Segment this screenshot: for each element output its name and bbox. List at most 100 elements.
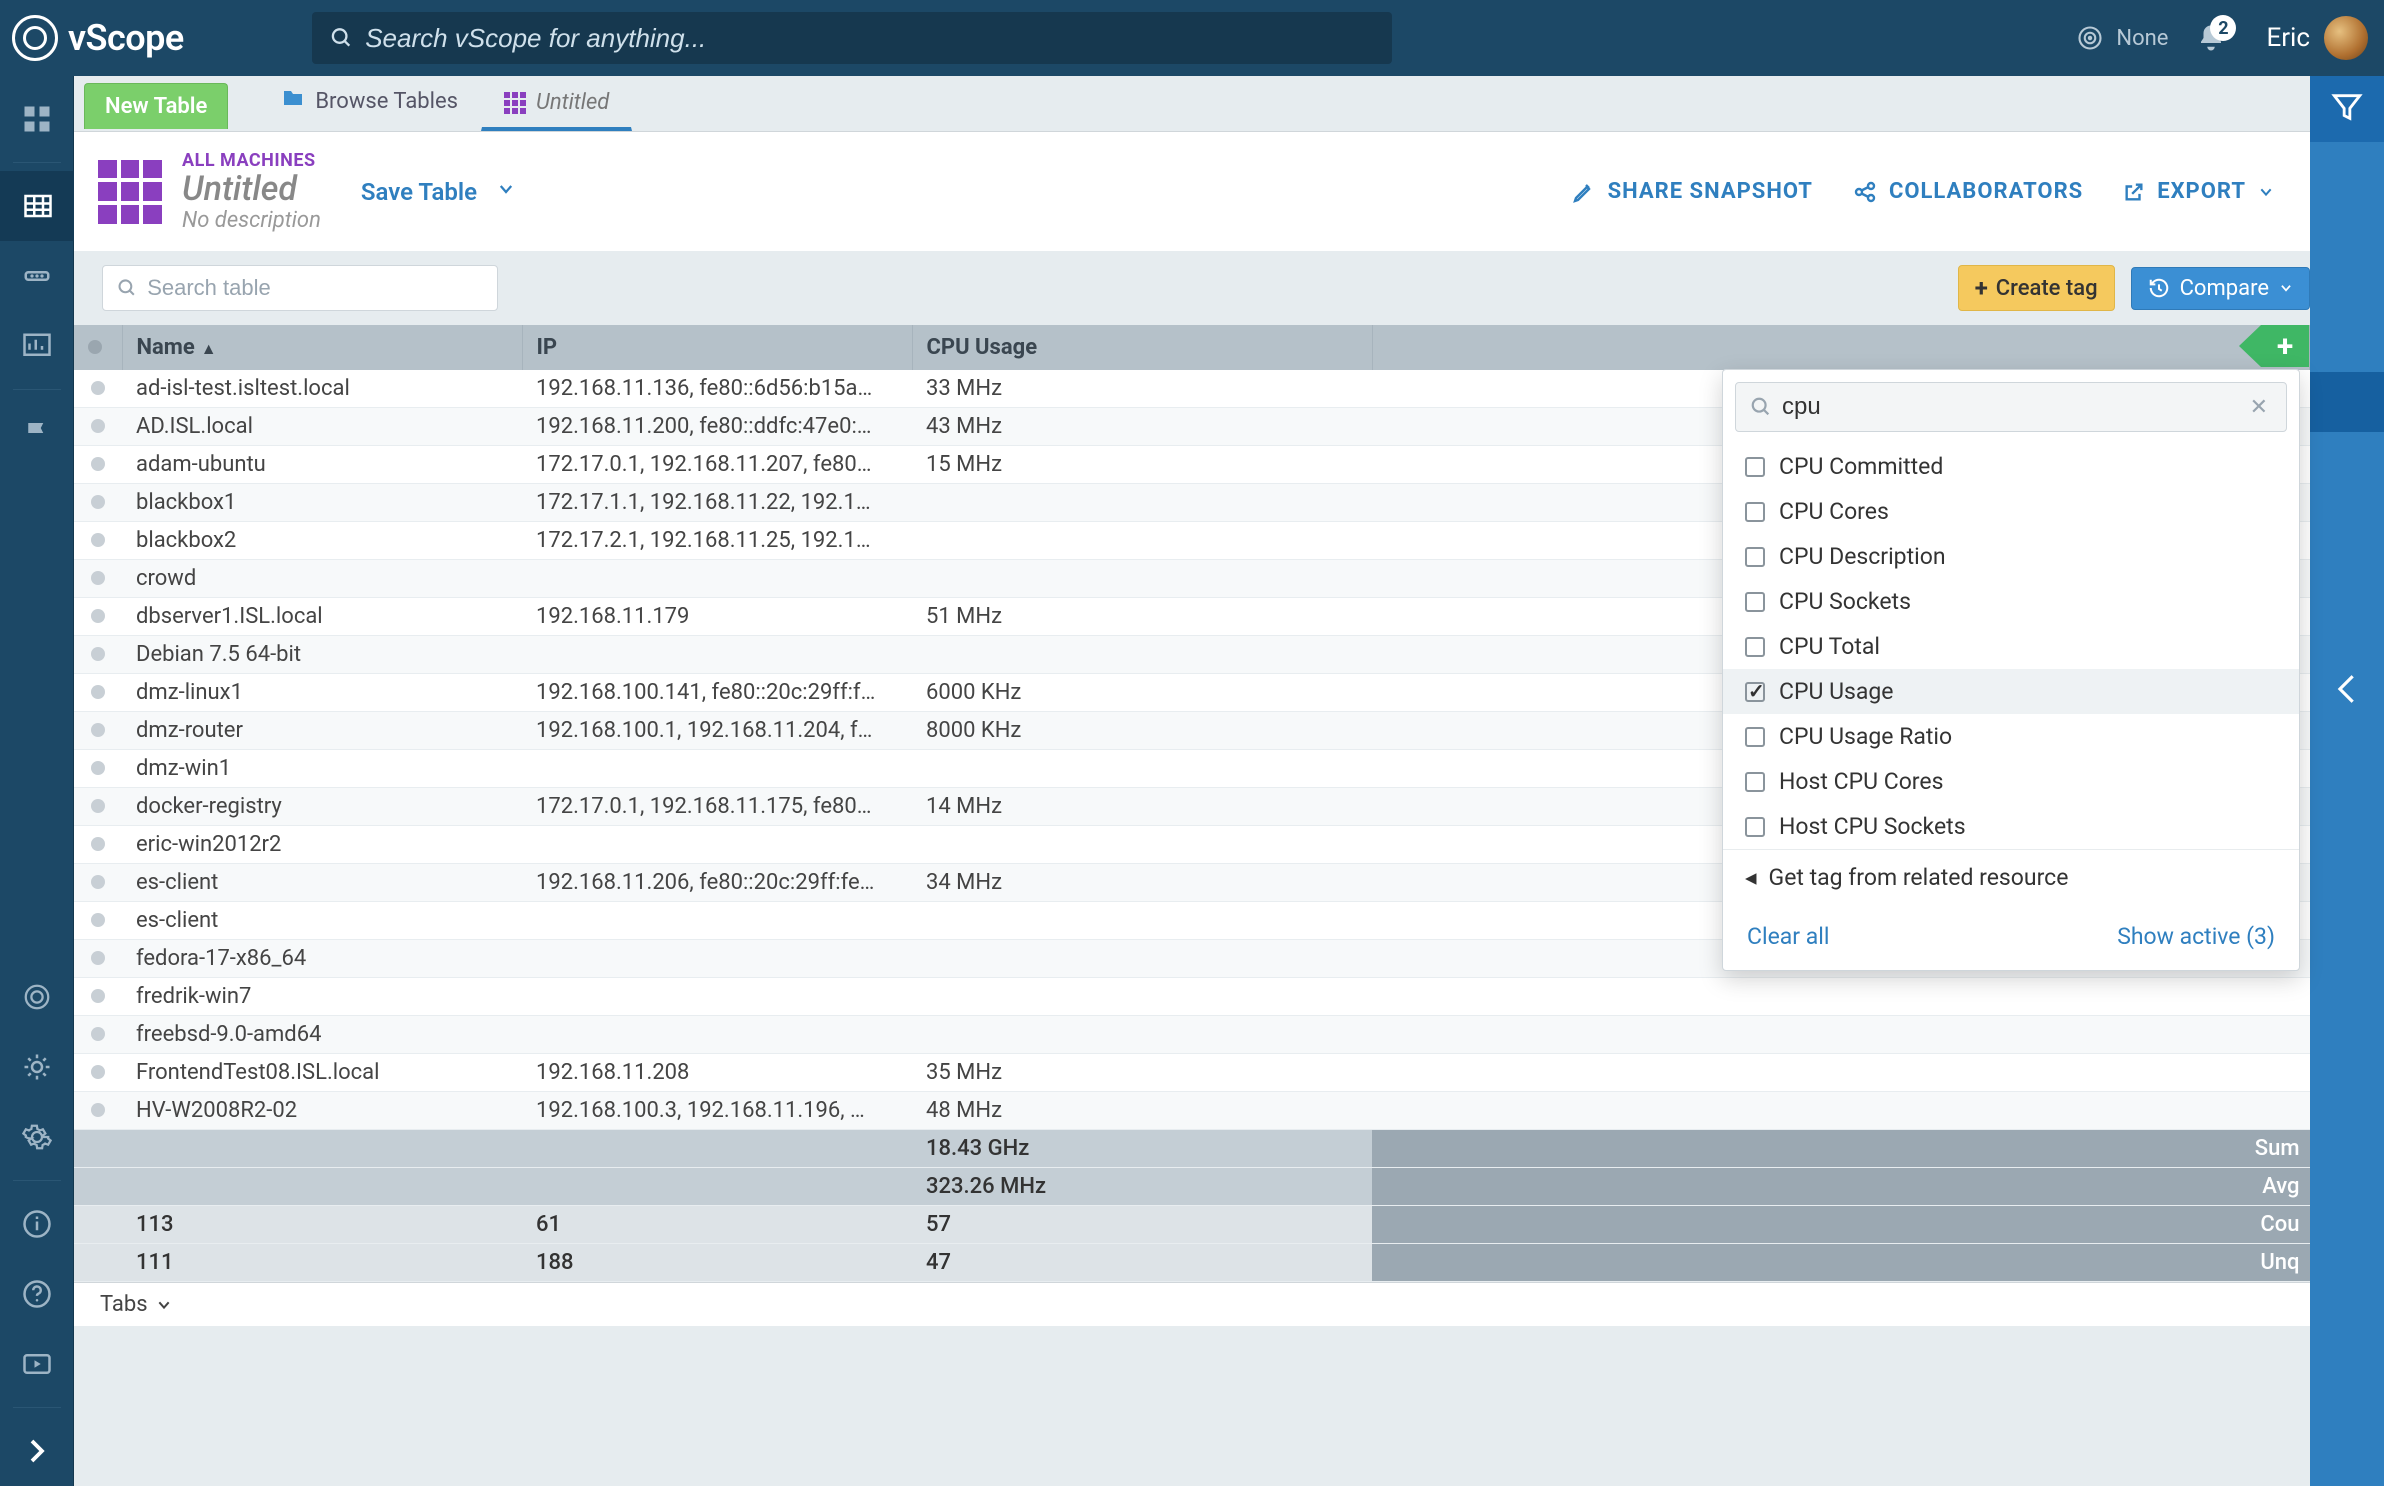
notifications[interactable]: 2 [2196,23,2226,53]
clear-all-link[interactable]: Clear all [1747,923,1829,950]
table-row[interactable]: fredrik-win7 [74,978,2310,1016]
dropdown-related[interactable]: ◂ Get tag from related resource [1723,849,2299,905]
avg-cpu: 323.26 MHz [912,1168,1372,1206]
cell-ip [522,826,912,864]
dropdown-search-input[interactable] [1782,393,2246,421]
dropdown-item[interactable]: CPU Committed [1723,444,2299,489]
compare-button[interactable]: Compare [2131,267,2310,310]
dropdown-item[interactable]: CPU Description [1723,534,2299,579]
table-row[interactable]: freebsd-9.0-amd64 [74,1016,2310,1054]
show-active-link[interactable]: Show active (3) [2117,923,2275,950]
col-name[interactable]: Name▲ [122,325,522,370]
checkbox-icon [1745,457,1765,477]
nav-chart-icon[interactable] [0,311,74,381]
row-select[interactable] [74,1092,122,1130]
global-search-input[interactable] [365,23,1374,54]
nav-gear-icon[interactable] [0,1102,74,1172]
add-column-button[interactable]: + [2261,325,2309,367]
dropdown-item[interactable]: Host CPU Cores [1723,759,2299,804]
export-button[interactable]: EXPORT [2123,179,2274,204]
user-menu[interactable]: Eric [2266,16,2368,60]
dropdown-item[interactable]: Host CPU Sockets [1723,804,2299,849]
search-table-input[interactable] [147,275,483,301]
table-row[interactable]: FrontendTest08.ISL.local192.168.11.20835… [74,1054,2310,1092]
row-select[interactable] [74,902,122,940]
nav-flag-icon[interactable] [0,398,74,468]
save-table-button[interactable]: Save Table [361,178,477,206]
table-row[interactable]: HV-W2008R2-02192.168.100.3, 192.168.11.1… [74,1092,2310,1130]
row-select[interactable] [74,598,122,636]
dropdown-item[interactable]: CPU Sockets [1723,579,2299,624]
row-select[interactable] [74,750,122,788]
row-select[interactable] [74,446,122,484]
select-all-header[interactable] [74,325,122,370]
sort-asc-icon: ▲ [201,339,217,358]
row-select[interactable] [74,370,122,408]
count-ip: 61 [522,1206,912,1244]
clear-search-icon[interactable]: ✕ [2246,395,2272,420]
nav-help-icon[interactable] [0,1259,74,1329]
export-label: EXPORT [2157,179,2246,204]
cell-name: fredrik-win7 [122,978,522,1016]
nav-dashboard-icon[interactable] [0,84,74,154]
share-snapshot-button[interactable]: SHARE SNAPSHOT [1572,179,1813,204]
row-select[interactable] [74,1016,122,1054]
nav-info-icon[interactable] [0,1189,74,1259]
nav-expand-icon[interactable] [0,1416,74,1486]
row-select[interactable] [74,940,122,978]
col-cpu-usage[interactable]: CPU Usage [912,325,1372,370]
chevron-down-icon [2279,281,2293,295]
row-select[interactable] [74,674,122,712]
table-type-icon [98,160,162,224]
collaborators-button[interactable]: COLLABORATORS [1853,179,2083,204]
row-select[interactable] [74,408,122,446]
nav-tables-icon[interactable] [0,171,74,241]
tab-untitled[interactable]: Untitled [481,79,632,131]
target-none[interactable]: None [2076,24,2168,52]
tabs-dropdown-button[interactable]: Tabs [88,1284,184,1325]
row-select[interactable] [74,826,122,864]
dropdown-item[interactable]: CPU Usage [1723,669,2299,714]
row-select[interactable] [74,978,122,1016]
cell-cpu [912,978,1372,1016]
global-search[interactable] [312,12,1392,64]
search-table[interactable] [102,265,498,311]
nav-more-icon[interactable] [0,241,74,311]
save-dropdown-icon[interactable] [487,173,525,210]
collapse-rail-button[interactable] [2330,432,2364,959]
row-select[interactable] [74,788,122,826]
grid-icon [504,92,526,114]
row-select[interactable] [74,1054,122,1092]
filter-button[interactable] [2310,76,2384,142]
col-ip[interactable]: IP [522,325,912,370]
target-icon [2076,24,2104,52]
nav-target-icon[interactable] [0,962,74,1032]
search-icon [330,26,353,50]
breadcrumb[interactable]: ALL MACHINES [182,150,321,171]
row-select[interactable] [74,560,122,598]
new-table-button[interactable]: New Table [84,83,228,129]
cell-cpu [912,484,1372,522]
tabs-label: Tabs [100,1292,148,1317]
tab-browse-tables[interactable]: Browse Tables [258,75,481,131]
dropdown-item[interactable]: CPU Total [1723,624,2299,669]
cell-ip: 192.168.11.208 [522,1054,912,1092]
row-select[interactable] [74,484,122,522]
dropdown-search[interactable]: ✕ [1735,382,2287,432]
nav-play-icon[interactable] [0,1329,74,1399]
row-select[interactable] [74,712,122,750]
nav-tune-icon[interactable] [0,1032,74,1102]
cell-cpu [912,826,1372,864]
create-tag-button[interactable]: + Create tag [1958,265,2115,311]
dropdown-item[interactable]: CPU Cores [1723,489,2299,534]
cell-ip: 172.17.2.1, 192.168.11.25, 192.1… [522,522,912,560]
cell-name: dmz-linux1 [122,674,522,712]
row-select[interactable] [74,522,122,560]
logo[interactable]: vScope [12,15,312,61]
cell-cpu [912,940,1372,978]
cell-empty [1372,1016,2310,1054]
row-select[interactable] [74,864,122,902]
cell-name: ad-isl-test.isltest.local [122,370,522,408]
dropdown-item[interactable]: CPU Usage Ratio [1723,714,2299,759]
row-select[interactable] [74,636,122,674]
